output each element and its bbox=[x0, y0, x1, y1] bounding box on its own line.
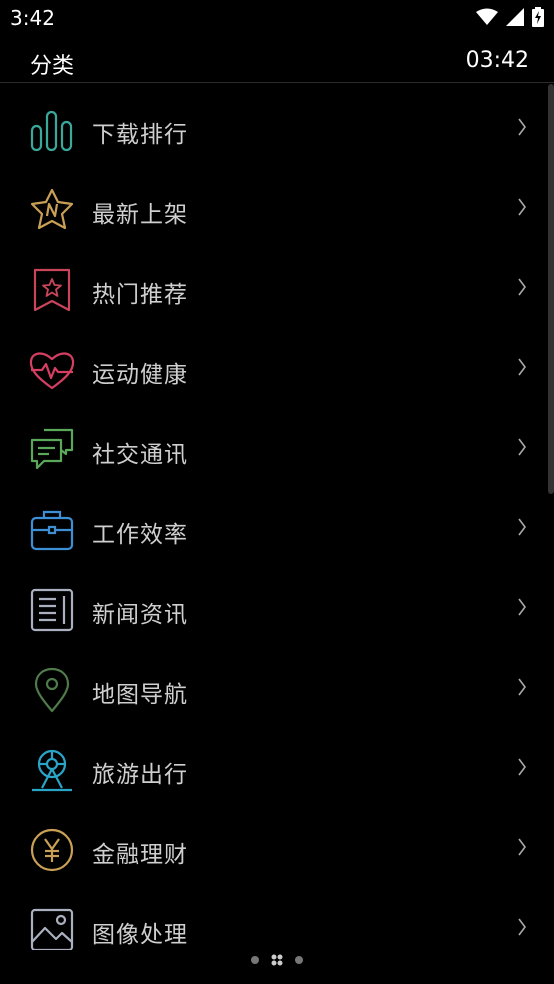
chevron-right-icon bbox=[518, 278, 526, 296]
chevron-right-icon bbox=[518, 678, 526, 696]
header-clock: 03:42 bbox=[465, 48, 529, 73]
category-item-travel[interactable]: 旅游出行 bbox=[0, 730, 554, 810]
chevron-right-icon bbox=[518, 198, 526, 216]
chevron-right-icon bbox=[518, 438, 526, 456]
chat-bubbles-icon bbox=[30, 428, 74, 470]
category-label: 地图导航 bbox=[92, 682, 188, 708]
category-label: 新闻资讯 bbox=[92, 602, 188, 628]
image-icon bbox=[30, 908, 74, 950]
chevron-right-icon bbox=[518, 598, 526, 616]
chevron-right-icon bbox=[518, 838, 526, 856]
category-item-news[interactable]: 新闻资讯 bbox=[0, 570, 554, 650]
page-indicator bbox=[0, 954, 554, 966]
category-item-hot-recommend[interactable]: 热门推荐 bbox=[0, 250, 554, 330]
category-item-finance[interactable]: 金融理财 bbox=[0, 810, 554, 890]
page-dot bbox=[295, 956, 303, 964]
ferris-wheel-icon bbox=[32, 749, 72, 792]
header: 分类 03:42 bbox=[0, 38, 554, 83]
briefcase-icon bbox=[30, 510, 74, 551]
heart-pulse-icon bbox=[29, 352, 75, 390]
chevron-right-icon bbox=[518, 518, 526, 536]
page-title: 分类 bbox=[30, 54, 75, 79]
signal-icon bbox=[506, 8, 524, 26]
battery-icon bbox=[532, 7, 544, 27]
chevron-right-icon bbox=[518, 758, 526, 776]
status-bar: 3:42 bbox=[0, 0, 554, 38]
category-item-health[interactable]: 运动健康 bbox=[0, 330, 554, 410]
yuan-coin-icon bbox=[30, 828, 74, 872]
chevron-right-icon bbox=[518, 918, 526, 936]
category-list: 下载排行 最新上架 热门推荐 运动健康 社交通讯 工作效率 新闻资讯 地图导航 … bbox=[0, 90, 554, 950]
category-label: 社交通讯 bbox=[92, 442, 188, 468]
bar-chart-icon bbox=[30, 110, 73, 152]
category-item-image-processing[interactable]: 图像处理 bbox=[0, 890, 554, 950]
category-item-social[interactable]: 社交通讯 bbox=[0, 410, 554, 490]
category-label: 运动健康 bbox=[92, 362, 188, 388]
status-time: 3:42 bbox=[10, 6, 55, 30]
chevron-right-icon bbox=[518, 118, 526, 136]
status-icons bbox=[476, 7, 544, 27]
category-label: 金融理财 bbox=[92, 842, 188, 868]
category-item-download-ranking[interactable]: 下载排行 bbox=[0, 90, 554, 170]
page-dot bbox=[251, 956, 259, 964]
category-label: 工作效率 bbox=[92, 522, 188, 548]
map-pin-icon bbox=[34, 667, 70, 713]
category-label: 热门推荐 bbox=[92, 282, 188, 308]
star-new-icon bbox=[30, 188, 74, 230]
wifi-icon bbox=[476, 8, 498, 25]
category-label: 图像处理 bbox=[92, 922, 188, 948]
category-item-maps[interactable]: 地图导航 bbox=[0, 650, 554, 730]
category-item-productivity[interactable]: 工作效率 bbox=[0, 490, 554, 570]
category-label: 最新上架 bbox=[92, 202, 188, 228]
category-item-new-arrivals[interactable]: 最新上架 bbox=[0, 170, 554, 250]
category-label: 旅游出行 bbox=[92, 762, 188, 788]
chevron-right-icon bbox=[518, 358, 526, 376]
bookmark-star-icon bbox=[33, 268, 71, 312]
newspaper-icon bbox=[30, 588, 74, 632]
category-label: 下载排行 bbox=[92, 122, 188, 148]
page-dot-active-icon bbox=[271, 954, 283, 966]
